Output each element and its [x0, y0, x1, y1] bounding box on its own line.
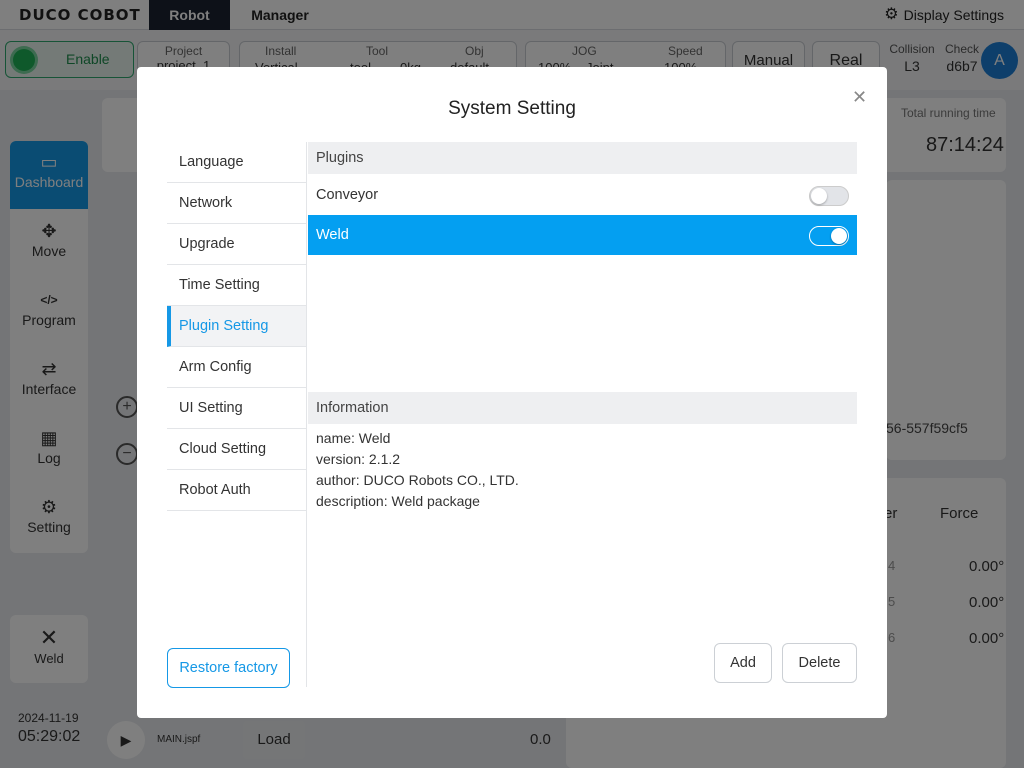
conveyor-toggle[interactable]: [809, 186, 849, 206]
toggle-knob: [811, 188, 827, 204]
menu-item-language[interactable]: Language: [167, 142, 306, 183]
weld-toggle[interactable]: [809, 226, 849, 246]
plugin-name: Weld: [316, 227, 349, 243]
settings-menu: Language Network Upgrade Time Setting Pl…: [167, 142, 307, 687]
info-author: author: DUCO Robots CO., LTD.: [316, 472, 519, 488]
plugin-row-weld[interactable]: Weld: [308, 215, 857, 255]
info-description: description: Weld package: [316, 493, 480, 509]
menu-item-plugin-setting[interactable]: Plugin Setting: [167, 306, 306, 347]
menu-item-network[interactable]: Network: [167, 183, 306, 224]
menu-item-arm-config[interactable]: Arm Config: [167, 347, 306, 388]
information-header: Information: [308, 392, 857, 424]
restore-factory-button[interactable]: Restore factory: [167, 648, 290, 688]
info-name: name: Weld: [316, 430, 391, 446]
menu-item-robot-auth[interactable]: Robot Auth: [167, 470, 306, 511]
info-version: version: 2.1.2: [316, 451, 401, 467]
menu-item-upgrade[interactable]: Upgrade: [167, 224, 306, 265]
toggle-knob: [831, 228, 847, 244]
plugin-name: Conveyor: [316, 187, 379, 203]
dialog-title: System Setting: [448, 98, 576, 119]
system-setting-dialog: System Setting ✕ Language Network Upgrad…: [137, 67, 887, 718]
plugin-row-conveyor[interactable]: Conveyor: [308, 175, 857, 215]
menu-item-ui-setting[interactable]: UI Setting: [167, 388, 306, 429]
menu-item-time-setting[interactable]: Time Setting: [167, 265, 306, 306]
menu-item-cloud-setting[interactable]: Cloud Setting: [167, 429, 306, 470]
add-button[interactable]: Add: [714, 643, 772, 683]
delete-button[interactable]: Delete: [782, 643, 857, 683]
close-icon[interactable]: ✕: [852, 87, 867, 108]
plugins-header: Plugins: [308, 142, 857, 174]
